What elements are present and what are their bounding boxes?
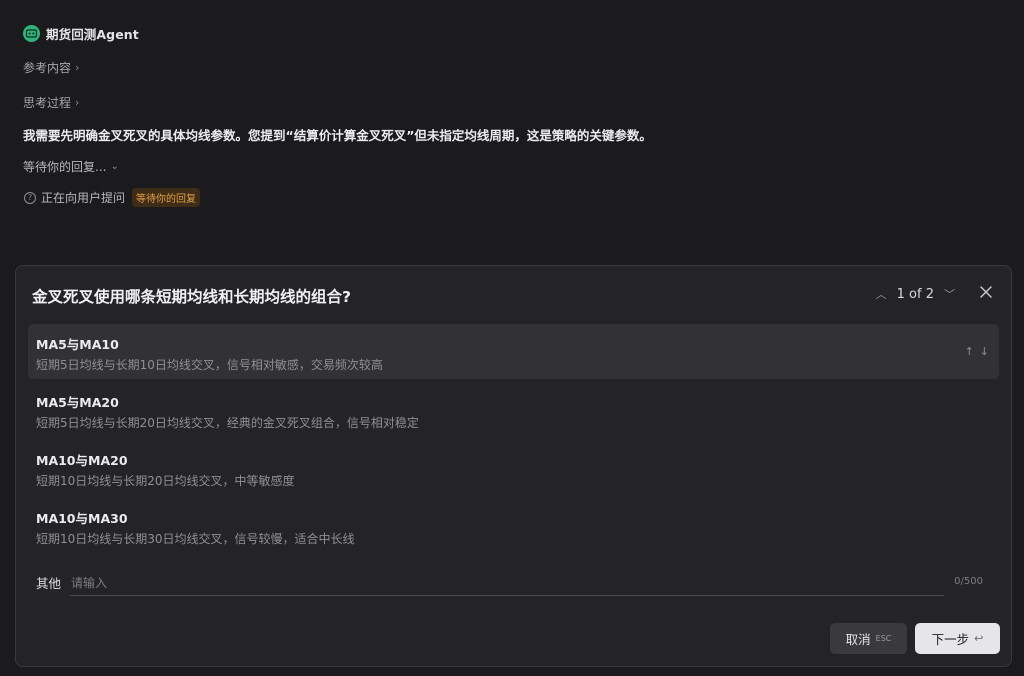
keyboard-nav-hint: ↑ ↓ xyxy=(965,345,989,358)
option-item[interactable]: MA10与MA20 短期10日均线与长期20日均线交叉，中等敏感度 xyxy=(28,440,999,495)
thinking-toggle[interactable]: 思考过程 › xyxy=(23,94,79,111)
question-pager: ︿ 1 of 2 ﹀ xyxy=(876,286,955,302)
other-answer-row: 其他 0/500 xyxy=(36,570,983,596)
chevron-right-icon: › xyxy=(75,96,80,109)
arrow-down-icon: ↓ xyxy=(979,345,989,358)
option-description: 短期10日均线与长期30日均线交叉，信号较慢，适合中长线 xyxy=(36,532,355,546)
option-title: MA10与MA30 xyxy=(36,511,128,526)
references-label: 参考内容 xyxy=(23,61,72,75)
agent-message: 我需要先明确金叉死叉的具体均线参数。您提到“结算价计算金叉死叉”但未指定均线周期… xyxy=(23,128,652,143)
status-badge: 等待你的回复 xyxy=(132,188,201,207)
agent-name: 期货回测Agent xyxy=(46,27,139,42)
cancel-label: 取消 xyxy=(845,632,871,647)
option-title: MA5与MA10 xyxy=(36,337,119,352)
option-item[interactable]: MA5与MA20 短期5日均线与长期20日均线交叉，经典的金叉死叉组合，信号相对… xyxy=(28,382,999,437)
chevron-down-icon: ⌄ xyxy=(110,161,119,172)
waiting-label: 等待你的回复... xyxy=(23,160,107,174)
cancel-button[interactable]: 取消 ESC xyxy=(830,623,907,654)
chat-area: 期货回测Agent 参考内容 › 思考过程 › 我需要先明确金叉死叉的具体均线参… xyxy=(0,0,1024,262)
option-item[interactable]: MA10与MA30 短期10日均线与长期30日均线交叉，信号较慢，适合中长线 xyxy=(28,498,999,553)
next-button[interactable]: 下一步 ↩ xyxy=(915,623,1000,654)
question-circle-icon: ? xyxy=(24,191,36,204)
char-counter: 0/500 xyxy=(954,576,983,587)
other-label: 其他 xyxy=(36,576,62,591)
close-icon xyxy=(980,286,992,298)
option-title: MA5与MA20 xyxy=(36,395,119,410)
status-text: 正在向用户提问 xyxy=(41,191,126,205)
dialog-title: 金叉死叉使用哪条短期均线和长期均线的组合? xyxy=(32,288,351,306)
chevron-down-icon[interactable]: ﹀ xyxy=(944,286,955,302)
esc-key-hint: ESC xyxy=(875,634,892,643)
option-item[interactable]: MA5与MA10 短期5日均线与长期10日均线交叉，信号相对敏感，交易频次较高 … xyxy=(28,324,999,379)
question-dialog: 金叉死叉使用哪条短期均线和长期均线的组合? ︿ 1 of 2 ﹀ MA5与MA1… xyxy=(15,265,1012,667)
chevron-up-icon[interactable]: ︿ xyxy=(876,286,887,302)
pager-text: 1 of 2 xyxy=(896,286,934,302)
references-toggle[interactable]: 参考内容 › xyxy=(23,59,79,76)
thinking-label: 思考过程 xyxy=(23,96,72,110)
arrow-up-icon: ↑ xyxy=(964,345,974,358)
next-label: 下一步 xyxy=(931,632,970,647)
other-input[interactable] xyxy=(70,570,944,596)
close-button[interactable] xyxy=(977,283,995,301)
option-description: 短期10日均线与长期20日均线交叉，中等敏感度 xyxy=(36,474,295,488)
option-description: 短期5日均线与长期10日均线交叉，信号相对敏感，交易频次较高 xyxy=(36,358,383,372)
robot-icon xyxy=(23,25,40,42)
option-description: 短期5日均线与长期20日均线交叉，经典的金叉死叉组合，信号相对稳定 xyxy=(36,416,419,430)
status-row: ? 正在向用户提问 等待你的回复 xyxy=(24,188,201,207)
option-title: MA10与MA20 xyxy=(36,453,128,468)
enter-key-icon: ↩ xyxy=(974,632,984,645)
agent-header: 期货回测Agent xyxy=(23,24,139,43)
option-list: MA5与MA10 短期5日均线与长期10日均线交叉，信号相对敏感，交易频次较高 … xyxy=(28,324,999,556)
waiting-toggle[interactable]: 等待你的回复... ⌄ xyxy=(23,158,119,175)
chevron-right-icon: › xyxy=(75,61,80,74)
